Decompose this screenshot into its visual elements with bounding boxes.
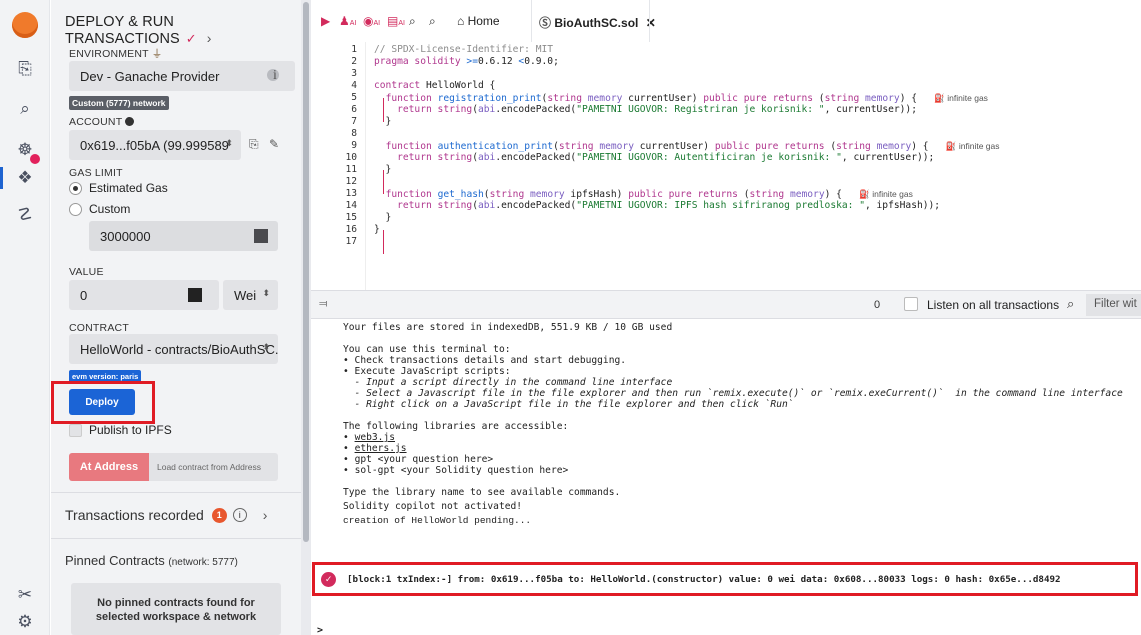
transactions-count-badge: 1: [211, 507, 227, 523]
publish-ipfs-checkbox[interactable]: Publish to IPFS: [69, 423, 172, 437]
value-unit-select[interactable]: Wei ⬍: [223, 280, 278, 310]
run-play-icon[interactable]: ▶: [321, 14, 330, 28]
search-icon[interactable]: ⌕: [1067, 296, 1074, 312]
pending-tx-count: 0: [874, 299, 881, 311]
environment-value: Dev - Ganache Provider: [80, 68, 220, 84]
ethers-link[interactable]: ethers.js: [355, 443, 407, 454]
chevron-down-icon: ⬍: [262, 288, 270, 298]
gas-estimated-radio[interactable]: Estimated Gas: [69, 181, 168, 195]
chevron-right-icon[interactable]: ›: [207, 30, 212, 46]
terminal-output: Your files are stored in indexedDB, 551.…: [311, 319, 1141, 635]
terminal-toolbar: ⫤ 0 Listen on all transactions ⌕ Filter …: [311, 290, 1141, 319]
storage-line: Your files are stored in indexedDB, 551.…: [343, 322, 673, 333]
pinned-contracts-header: Pinned Contracts (network: 5777): [65, 553, 238, 568]
file-tab-bioauthsc[interactable]: Ⓢ BioAuthSC.sol ✕: [539, 14, 656, 31]
listen-all-checkbox[interactable]: [904, 297, 918, 311]
chevron-down-icon: ⬍: [262, 342, 270, 352]
gas-custom-radio[interactable]: Custom: [69, 202, 130, 216]
panel-scrollbar[interactable]: [301, 0, 311, 635]
terminal-filter-input[interactable]: Filter wit: [1086, 294, 1141, 316]
environment-select[interactable]: Dev - Ganache Provider: [69, 61, 295, 91]
network-badge: Custom (5777) network: [69, 96, 169, 110]
check-icon: ✓: [185, 31, 197, 46]
editor-tabs: ▶ ♟AI ◉AI ▤AI ⌕ ⌕ ⌂ Home Ⓢ BioAuthSC.sol…: [311, 0, 1141, 42]
ai-assistant-icon[interactable]: ♟AI: [339, 14, 356, 28]
search-icon[interactable]: ⌕: [0, 92, 50, 126]
account-label: ACCOUNT: [69, 116, 135, 128]
terminal-intro: You can use this terminal to:: [343, 344, 511, 355]
gas-limit-input[interactable]: 3000000: [89, 221, 278, 251]
divider: [51, 492, 301, 493]
terminal-prompt[interactable]: >: [317, 625, 323, 635]
panel-header: DEPLOY & RUN TRANSACTIONS ✓ ›: [65, 14, 301, 47]
account-select[interactable]: 0x619...f05bA (99.999589 ⬍: [69, 130, 241, 160]
info-icon[interactable]: i: [232, 508, 247, 522]
edit-icon[interactable]: ✎: [269, 137, 279, 151]
web3-link[interactable]: web3.js: [355, 432, 395, 443]
panel-title: DEPLOY & RUN TRANSACTIONS: [65, 14, 180, 47]
code-editor[interactable]: 1// SPDX-License-Identifier: MIT 2 pragma…: [311, 42, 1141, 290]
transactions-recorded-row[interactable]: Transactions recorded 1 i ›: [65, 507, 267, 523]
remix-logo-icon[interactable]: [0, 8, 50, 42]
pending-message: creation of HelloWorld pending...: [343, 515, 532, 526]
at-address-button[interactable]: At Address: [69, 453, 149, 481]
contract-label: CONTRACT: [69, 322, 129, 334]
transaction-log-line[interactable]: [block:1 txIndex:-] from: 0x619...f05ba …: [347, 574, 1061, 585]
ai-analyze-icon[interactable]: ◉AI: [363, 14, 380, 28]
deploy-run-panel: DEPLOY & RUN TRANSACTIONS ✓ › ENVIRONMENT …: [51, 0, 301, 635]
contract-select[interactable]: HelloWorld - contracts/BioAuthSC.s ⬍: [69, 334, 278, 364]
chevron-down-icon: ⬍: [225, 138, 233, 148]
info-icon[interactable]: i: [273, 68, 277, 84]
gas-color-swatch: [254, 229, 268, 243]
value-color-swatch: [188, 288, 202, 302]
close-icon[interactable]: ✕: [646, 16, 656, 30]
tx-success-icon: ✓: [321, 572, 336, 587]
ai-document-icon[interactable]: ▤AI: [387, 14, 405, 28]
zoom-out-icon[interactable]: ⌕: [409, 14, 416, 29]
account-value: 0x619...f05bA (99.999589: [80, 137, 229, 153]
settings-gear-icon[interactable]: ⚙: [0, 605, 50, 635]
zoom-in-icon[interactable]: ⌕: [429, 14, 436, 29]
load-contract-address-input[interactable]: Load contract from Address: [149, 453, 278, 481]
file-explorer-icon[interactable]: ⎘: [0, 52, 50, 86]
pinned-empty-state: No pinned contracts found for selected w…: [71, 583, 281, 635]
solidity-file-icon: Ⓢ: [539, 16, 552, 30]
gas-limit-label: GAS LIMIT: [69, 167, 123, 179]
listen-all-label: Listen on all transactions: [927, 298, 1060, 312]
icon-sidebar: ⎘ ⌕ ☸ ❖ ☡ ✂ ⚙: [0, 0, 50, 635]
divider: [51, 538, 301, 539]
environment-label: ENVIRONMENT ⏚: [69, 48, 163, 60]
chevron-right-icon[interactable]: ›: [263, 507, 268, 523]
copy-icon[interactable]: ⎘: [249, 137, 259, 152]
debugger-icon[interactable]: ☡: [0, 198, 50, 232]
value-label: VALUE: [69, 266, 104, 278]
deploy-button[interactable]: Deploy: [69, 389, 135, 415]
home-icon: ⌂: [457, 14, 465, 28]
deploy-run-icon[interactable]: ❖: [0, 161, 50, 195]
home-tab[interactable]: ⌂ Home: [457, 14, 500, 28]
collapse-terminal-icon[interactable]: ⫤: [319, 298, 327, 311]
